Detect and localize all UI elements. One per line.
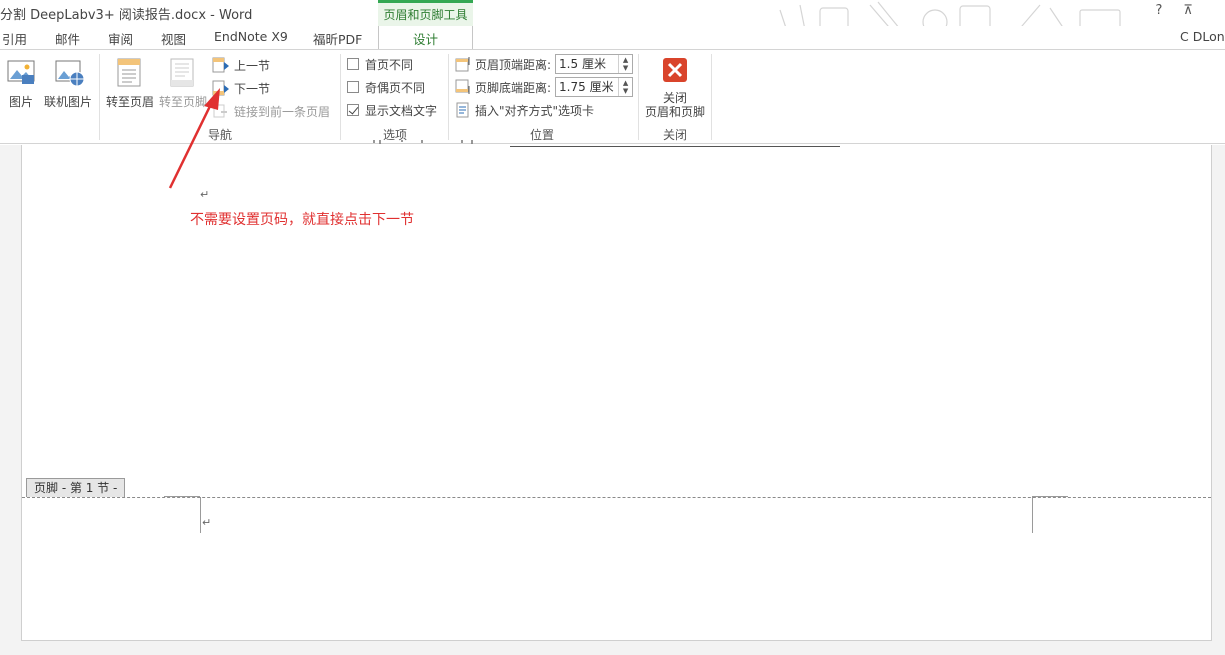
right-margin-corner-v — [1032, 497, 1033, 533]
insert-alignment-tab-label: 插入"对齐方式"选项卡 — [475, 103, 595, 118]
header-from-top-icon — [455, 57, 470, 72]
spinner-arrows-icon[interactable]: ▲ ▼ — [618, 78, 632, 96]
group-divider — [638, 54, 639, 140]
help-button[interactable]: ? — [1149, 3, 1169, 18]
tab-mailings[interactable]: 邮件 — [55, 29, 80, 48]
footer-from-bottom-value[interactable]: 1.75 厘米 — [556, 78, 618, 96]
previous-section-label: 上一节 — [234, 58, 271, 73]
different-odd-even-label: 奇偶页不同 — [365, 80, 426, 95]
header-from-top-label: 页眉顶端距离: — [475, 57, 552, 72]
close-header-footer-button[interactable]: 关闭 页眉和页脚 — [643, 56, 707, 119]
header-footer-tools-context: 页眉和页脚工具 — [378, 0, 473, 26]
ribbon-display-options-button[interactable]: ⊼ — [1178, 3, 1198, 18]
footer-boundary-line — [22, 497, 1211, 498]
different-first-page-check[interactable] — [347, 58, 359, 70]
show-document-text-check[interactable] — [347, 104, 359, 116]
picture-icon — [7, 60, 35, 84]
close-group-label: 关闭 — [662, 128, 687, 142]
show-document-text-label: 显示文档文字 — [365, 103, 438, 118]
picture-label: 图片 — [8, 95, 33, 109]
user-account[interactable]: C DLonr — [1180, 29, 1225, 44]
footer-section-tag: 页脚 - 第 1 节 - — [26, 478, 126, 497]
different-first-page-label: 首页不同 — [365, 57, 414, 72]
left-margin-corner-v — [200, 497, 201, 533]
different-first-page-checkbox[interactable]: 首页不同 — [347, 54, 413, 74]
footer-from-bottom-label: 页脚底端距离: — [475, 80, 552, 95]
footer-from-bottom-control: 页脚底端距离: 1.75 厘米 ▲ ▼ — [455, 77, 634, 97]
footer-from-bottom-spinner[interactable]: 1.75 厘米 ▲ ▼ — [555, 77, 634, 97]
link-to-previous-label: 链接到前一条页眉 — [234, 104, 331, 119]
title-bar: 分割 DeepLabv3+ 阅读报告.docx - Word 页眉和页脚工具 ?… — [0, 0, 1225, 43]
group-divider — [711, 54, 712, 140]
group-divider — [448, 54, 449, 140]
tab-view[interactable]: 视图 — [161, 29, 186, 48]
header-from-top-spinner[interactable]: 1.5 厘米 ▲ ▼ — [555, 54, 634, 74]
goto-header-label: 转至页眉 — [106, 95, 155, 109]
online-picture-button[interactable]: 联机图片 — [44, 56, 92, 110]
group-divider — [99, 54, 100, 140]
close-line1: 关闭 — [662, 91, 687, 105]
picture-button[interactable]: 图片 — [5, 56, 37, 110]
header-from-top-value[interactable]: 1.5 厘米 — [556, 55, 618, 73]
close-line2: 页眉和页脚 — [644, 105, 705, 119]
group-divider — [340, 54, 341, 140]
previous-section-icon — [212, 57, 229, 73]
insert-alignment-tab-button[interactable]: 插入"对齐方式"选项卡 — [455, 100, 594, 120]
goto-header-button[interactable]: 转至页眉 — [106, 56, 154, 110]
different-odd-even-checkbox[interactable]: 奇偶页不同 — [347, 77, 425, 97]
position-group-label: 位置 — [529, 128, 554, 142]
tab-design[interactable]: 设计 — [378, 26, 473, 50]
goto-header-icon — [117, 58, 141, 87]
spinner-arrows-icon[interactable]: ▲ ▼ — [618, 55, 632, 73]
tab-design-label: 设计 — [412, 32, 438, 47]
tool-context-label: 页眉和页脚工具 — [383, 8, 468, 22]
online-picture-icon — [55, 60, 85, 87]
clipped-text-line — [373, 140, 473, 144]
annotation-text: 不需要设置页码，就直接点击下一节 — [190, 212, 414, 228]
tab-review[interactable]: 审阅 — [108, 29, 133, 48]
online-picture-label: 联机图片 — [44, 95, 93, 109]
close-icon — [663, 58, 687, 82]
window-title: 分割 DeepLabv3+ 阅读报告.docx - Word — [0, 8, 253, 23]
alignment-tab-icon — [456, 102, 469, 118]
underlined-link-line — [510, 146, 840, 147]
show-document-text-checkbox[interactable]: 显示文档文字 — [347, 100, 437, 120]
tab-references[interactable]: 引用 — [2, 29, 27, 48]
ribbon-tabs: 引用 邮件 审阅 视图 EndNote X9 福昕PDF 设计 C DLonr — [0, 26, 1225, 50]
tab-endnote[interactable]: EndNote X9 — [214, 29, 288, 44]
tab-foxit-pdf[interactable]: 福昕PDF — [313, 29, 362, 48]
footer-from-bottom-icon — [455, 79, 470, 94]
footer-paragraph-mark[interactable]: ↵ — [202, 516, 211, 529]
previous-section-button[interactable]: 上一节 — [212, 55, 270, 75]
different-odd-even-check[interactable] — [347, 81, 359, 93]
header-from-top-control: 页眉顶端距离: 1.5 厘米 ▲ ▼ — [455, 54, 634, 74]
red-annotation-arrow-icon — [168, 88, 220, 189]
